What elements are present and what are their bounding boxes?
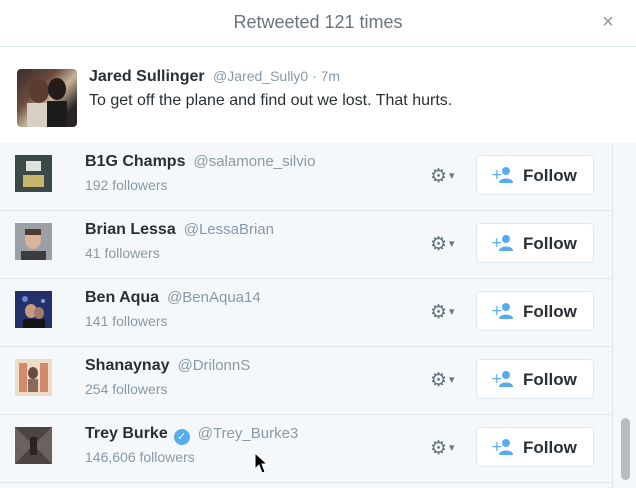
follow-button[interactable]: + Follow [476, 155, 594, 195]
user-actions-gear-icon[interactable]: ⚙ ▾ [430, 301, 470, 325]
user-actions-gear-icon[interactable]: ⚙ ▾ [430, 165, 470, 189]
close-icon[interactable]: × [598, 12, 618, 32]
user-followers: 254 followers [85, 381, 168, 397]
add-user-icon: + [491, 167, 513, 183]
list-item: Ben Aqua @BenAqua14 141 followers ⚙ ▾ + Fo… [0, 279, 612, 347]
add-user-icon: + [491, 371, 513, 387]
user-name[interactable]: Trey Burke [85, 425, 168, 442]
follow-button-label: Follow [523, 302, 577, 321]
tweet-author: Jared Sullinger @Jared_Sully0 · 7m [89, 68, 340, 86]
user-name-line: Ben Aqua @BenAqua14 [85, 289, 261, 307]
follow-button[interactable]: + Follow [476, 359, 594, 399]
scrollbar[interactable] [612, 143, 636, 488]
follow-button-label: Follow [523, 370, 577, 389]
chevron-down-icon: ▾ [449, 170, 455, 182]
modal-title: Retweeted 121 times [233, 12, 403, 32]
user-handle[interactable]: @salamone_silvio [193, 153, 315, 170]
user-name-line: B1G Champs @salamone_silvio [85, 153, 315, 171]
user-actions-gear-icon[interactable]: ⚙ ▾ [430, 233, 470, 257]
mouse-pointer-icon [254, 452, 268, 474]
tweet-author-avatar[interactable] [17, 69, 77, 127]
retweeter-list: B1G Champs @salamone_silvio 192 followers… [0, 143, 612, 488]
follow-button-label: Follow [523, 166, 577, 185]
modal-header: Retweeted 121 times × [0, 0, 636, 47]
user-avatar[interactable] [15, 223, 52, 260]
chevron-down-icon: ▾ [449, 374, 455, 386]
user-handle[interactable]: @Trey_Burke3 [198, 425, 299, 442]
follow-button[interactable]: + Follow [476, 223, 594, 263]
follow-button-label: Follow [523, 234, 577, 253]
user-avatar[interactable] [15, 427, 52, 464]
user-name-line: Shanaynay @DrilonnS [85, 357, 250, 375]
user-avatar[interactable] [15, 359, 52, 396]
list-item: Trey Burke ✓ @Trey_Burke3 146,606 follower… [0, 415, 612, 483]
user-handle[interactable]: @DrilonnS [177, 357, 250, 374]
chevron-down-icon: ▾ [449, 306, 455, 318]
list-item: Brian Lessa @LessaBrian 41 followers ⚙ ▾ +… [0, 211, 612, 279]
follow-button[interactable]: + Follow [476, 427, 594, 467]
user-name[interactable]: Ben Aqua [85, 289, 159, 306]
user-actions-gear-icon[interactable]: ⚙ ▾ [430, 437, 470, 461]
user-followers: 41 followers [85, 245, 160, 261]
user-handle[interactable]: @LessaBrian [184, 221, 274, 238]
scrollbar-thumb[interactable] [621, 418, 630, 480]
user-followers: 141 followers [85, 313, 168, 329]
user-avatar[interactable] [15, 291, 52, 328]
add-user-icon: + [491, 303, 513, 319]
user-handle[interactable]: @BenAqua14 [167, 289, 261, 306]
list-item: Shanaynay @DrilonnS 254 followers ⚙ ▾ + Fo… [0, 347, 612, 415]
add-user-icon: + [491, 235, 513, 251]
user-name[interactable]: Brian Lessa [85, 221, 176, 238]
retweets-modal: Retweeted 121 times × Jared Sullinger @J… [0, 0, 636, 488]
chevron-down-icon: ▾ [449, 442, 455, 454]
user-name[interactable]: B1G Champs [85, 153, 185, 170]
add-user-icon: + [491, 439, 513, 455]
user-name[interactable]: Shanaynay [85, 357, 169, 374]
user-actions-gear-icon[interactable]: ⚙ ▾ [430, 369, 470, 393]
user-avatar[interactable] [15, 155, 52, 192]
user-name-line: Trey Burke ✓ @Trey_Burke3 [85, 425, 298, 445]
verified-badge-icon: ✓ [173, 429, 190, 445]
user-followers: 146,606 followers [85, 449, 195, 465]
tweet-author-handle-time[interactable]: @Jared_Sully0 · 7m [213, 68, 340, 84]
tweet-text: To get off the plane and find out we los… [89, 92, 453, 109]
list-item: B1G Champs @salamone_silvio 192 followers… [0, 143, 612, 211]
user-followers: 192 followers [85, 177, 168, 193]
tweet-author-name[interactable]: Jared Sullinger [89, 68, 205, 85]
follow-button-label: Follow [523, 438, 577, 457]
user-name-line: Brian Lessa @LessaBrian [85, 221, 274, 239]
follow-button[interactable]: + Follow [476, 291, 594, 331]
original-tweet: Jared Sullinger @Jared_Sully0 · 7m To ge… [0, 47, 636, 144]
chevron-down-icon: ▾ [449, 238, 455, 250]
